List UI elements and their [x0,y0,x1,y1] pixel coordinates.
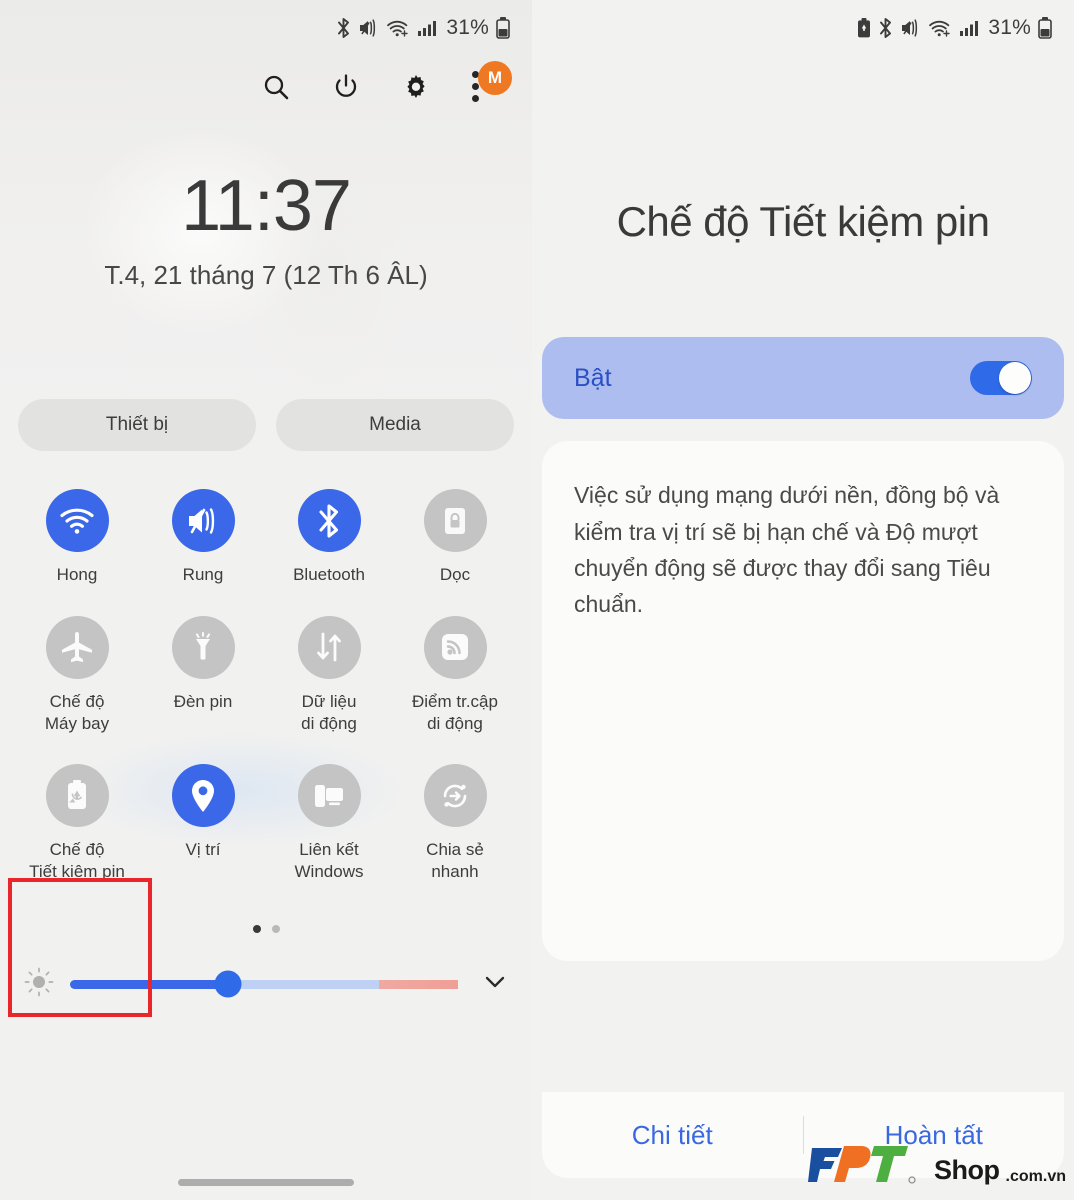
profile-menu[interactable]: M [466,61,512,109]
description-card: Việc sử dụng mạng dưới nền, đồng bộ và k… [542,441,1064,962]
battery-percent-label: 31% [988,16,1031,39]
tile-label: Chế độ Tiết kiệm pin [29,840,125,881]
location-pin-icon [171,764,235,828]
tile-label: Hong [56,565,98,584]
bluetooth-icon [297,489,361,552]
lock-clock: 11:37 T.4, 21 tháng 7 (12 Th 6 ÂL) [0,170,532,291]
page-title: Chế độ Tiết kiệm pin [616,198,990,245]
tile-quick-share[interactable]: Chia sẻ nhanh [392,734,518,883]
tile-label: Dọc [439,565,471,584]
bluetooth-icon [336,17,351,39]
tile-rotation-lock[interactable]: Dọc [392,479,518,586]
tile-airplane-mode[interactable]: Chế độ Máy bay [14,586,140,735]
mobile-data-icon [297,615,361,679]
page-dot-1[interactable] [252,924,261,933]
tile-label: Rung [182,565,224,584]
bluetooth-icon [878,17,893,39]
hotspot-icon [423,615,487,679]
quick-toggle-grid: Hong Rung Bluetooth Dọc Chế độ Máy bay Đ… [0,479,532,883]
clock-date: T.4, 21 tháng 7 (12 Th 6 ÂL) [104,260,428,290]
battery-saver-toggle-row[interactable]: Bật [542,337,1064,420]
chip-row: Thiết bị Media [0,399,532,451]
gear-icon[interactable] [396,67,436,107]
tile-label: Liên kết Windows [294,840,364,881]
tile-label: Chế độ Máy bay [44,691,110,733]
status-bar-left: 31% [0,0,532,56]
vibrate-icon [171,489,235,552]
tile-flashlight[interactable]: Đèn pin [140,586,266,735]
signal-icon [959,18,979,38]
battery-saver-icon [45,764,109,828]
mute-vibrate-icon [358,18,379,38]
brightness-slider-knob[interactable] [214,970,242,998]
signal-icon [417,18,437,38]
fpt-shop-watermark: Shop .com.vn [808,1140,1066,1186]
chevron-down-icon[interactable] [480,967,510,1002]
battery-saver-switch[interactable] [970,361,1032,396]
clock-time: 11:37 [181,166,352,246]
tile-mobile-data[interactable]: Dữ liệu di động [266,586,392,735]
battery-saver-icon [857,18,871,38]
toggle-state-label: Bật [574,363,612,392]
tile-link-to-windows[interactable]: Liên kết Windows [266,734,392,883]
details-button[interactable]: Chi tiết [542,1120,803,1151]
tile-bluetooth[interactable]: Bluetooth [266,479,392,586]
tile-label: Vị trí [185,840,221,860]
fpt-tld-text: .com.vn [1005,1168,1066,1185]
description-text: Việc sử dụng mạng dưới nền, đồng bộ và k… [574,482,1000,618]
tile-row: Hong Rung Bluetooth Dọc [14,479,518,586]
tile-label: Bluetooth [293,565,365,584]
battery-percent-label: 31% [446,16,489,39]
page-dot-2[interactable] [271,924,280,933]
tile-label: Chia sẻ nhanh [426,840,484,881]
chip-media[interactable]: Media [276,399,514,451]
link-to-windows-icon [297,764,361,828]
battery-saver-dialog-panel: 31% Chế độ Tiết kiệm pin Bật Việc sử dụn… [532,0,1074,1200]
fpt-shop-text: Shop [934,1155,1000,1185]
wifi-icon [928,18,952,38]
battery-icon [496,17,510,39]
tile-label: Đèn pin [173,691,233,711]
mute-vibrate-icon [900,18,921,38]
tile-row: Chế độ Máy bay Đèn pin Dữ liệu di động Đ… [14,586,518,735]
fpt-logo-icon [808,1146,916,1184]
quick-settings-header: M [0,56,532,118]
quick-settings-panel: 31% M 11:37 T.4, 21 tháng 7 (12 Th 6 ÂL)… [0,0,532,1200]
quick-share-icon [423,764,487,828]
tile-mobile-hotspot[interactable]: Điểm tr.cập di động [392,586,518,735]
brightness-slider[interactable] [70,970,466,998]
pagination-dots [0,924,532,933]
brightness-slider-row [0,965,532,1004]
status-bar-right: 31% [532,0,1074,56]
tile-label: Dữ liệu di động [301,691,357,733]
tile-label: Điểm tr.cập di động [412,691,498,733]
tile-location[interactable]: Vị trí [140,734,266,883]
power-icon[interactable] [326,67,366,107]
chip-devices[interactable]: Thiết bị [18,399,256,451]
avatar[interactable]: M [478,61,512,95]
search-icon[interactable] [256,67,296,107]
rotation-lock-icon [423,489,487,552]
tile-vibrate[interactable]: Rung [140,479,266,586]
screenshot-root: 31% M 11:37 T.4, 21 tháng 7 (12 Th 6 ÂL)… [0,0,1074,1200]
flashlight-icon [171,615,235,679]
tile-wifi[interactable]: Hong [14,479,140,586]
brightness-icon [22,965,56,1004]
gesture-home-bar[interactable] [178,1179,354,1186]
tile-row: Chế độ Tiết kiệm pin Vị trí Liên kết Win… [14,734,518,883]
wifi-icon [386,18,410,38]
battery-icon [1038,17,1052,39]
tile-battery-saver[interactable]: Chế độ Tiết kiệm pin [14,734,140,883]
airplane-icon [45,615,109,679]
wifi-icon [45,489,109,552]
